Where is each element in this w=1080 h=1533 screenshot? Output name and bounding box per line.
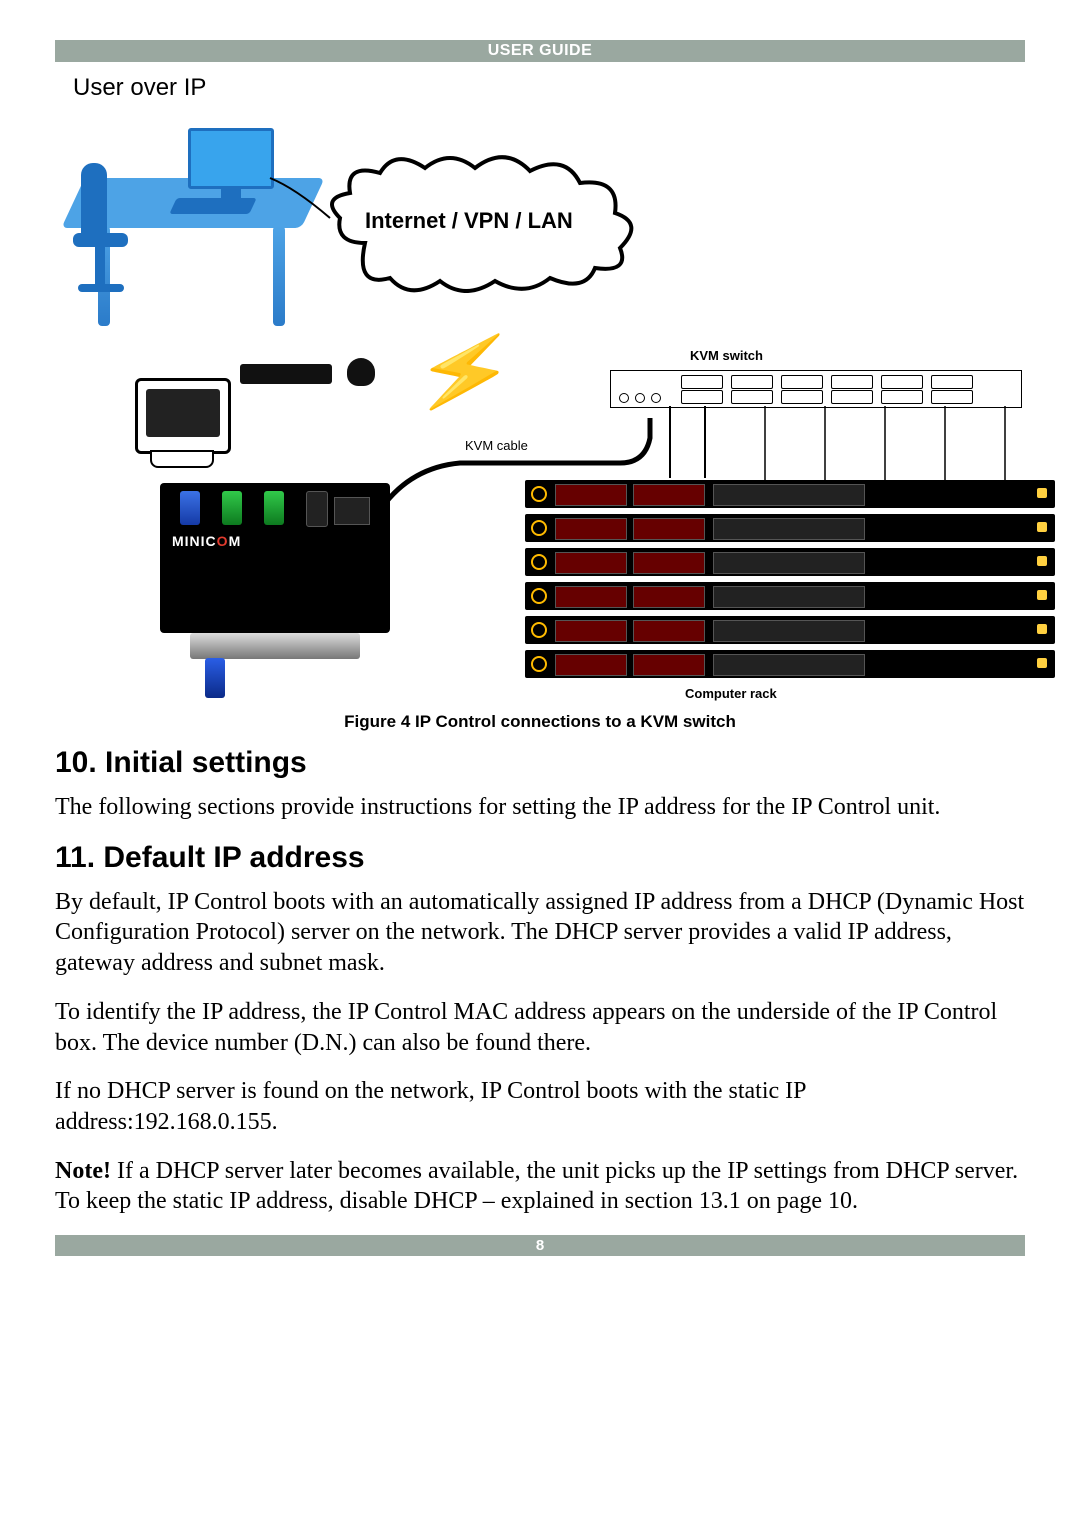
header-title: USER GUIDE — [488, 42, 593, 59]
footer-bar: 8 — [55, 1235, 1025, 1256]
crt-monitor-icon — [135, 378, 231, 454]
section-11-paragraph-1: By default, IP Control boots with an aut… — [55, 887, 1025, 979]
rack-server-icon — [525, 650, 1055, 678]
kvm-switch-icon — [610, 370, 1022, 408]
rack-server-icon — [525, 582, 1055, 610]
rack-server-icon — [525, 514, 1055, 542]
note-label: Note! — [55, 1158, 111, 1184]
rack-server-icon — [525, 548, 1055, 576]
label-computer-rack: Computer rack — [685, 686, 777, 701]
network-cloud-icon: Internet / VPN / LAN — [325, 153, 645, 293]
computer-rack-icon — [525, 480, 1055, 684]
section-11-paragraph-3: If no DHCP server is found on the networ… — [55, 1076, 1025, 1137]
label-kvm-switch: KVM switch — [690, 348, 763, 363]
brand-prefix: MINIC — [172, 533, 217, 549]
header-bar: USER GUIDE — [55, 40, 1025, 62]
cloud-label: Internet / VPN / LAN — [365, 208, 573, 234]
section-11-paragraph-2: To identify the IP address, the IP Contr… — [55, 997, 1025, 1058]
section-10-paragraph: The following sections provide instructi… — [55, 792, 1025, 823]
device-stand-icon — [190, 633, 360, 659]
ip-control-unit-icon: MINICOM — [160, 483, 390, 633]
note-body: If a DHCP server later becomes available… — [55, 1158, 1018, 1215]
rack-server-icon — [525, 616, 1055, 644]
section-10-heading: 10. Initial settings — [55, 746, 1025, 780]
label-kvm-cable: KVM cable — [465, 438, 528, 453]
crt-base-icon — [150, 450, 214, 468]
rack-server-icon — [525, 480, 1055, 508]
section-11-note: Note! If a DHCP server later becomes ava… — [55, 1156, 1025, 1217]
downlink-cable-icon — [205, 658, 225, 698]
figure-diagram: User over IP Internet / VPN / LAN ⚡ — [65, 68, 1035, 708]
brand-o: O — [217, 533, 229, 549]
page-number: 8 — [536, 1237, 544, 1254]
user-at-desk-icon — [73, 108, 313, 338]
figure-caption: Figure 4 IP Control connections to a KVM… — [55, 712, 1025, 732]
lightning-icon: ⚡ — [408, 324, 522, 423]
section-11-heading: 11. Default IP address — [55, 841, 1025, 875]
brand-suffix: M — [229, 533, 242, 549]
keyboard-mouse-icon — [240, 358, 375, 386]
label-user-over-ip: User over IP — [73, 74, 206, 102]
